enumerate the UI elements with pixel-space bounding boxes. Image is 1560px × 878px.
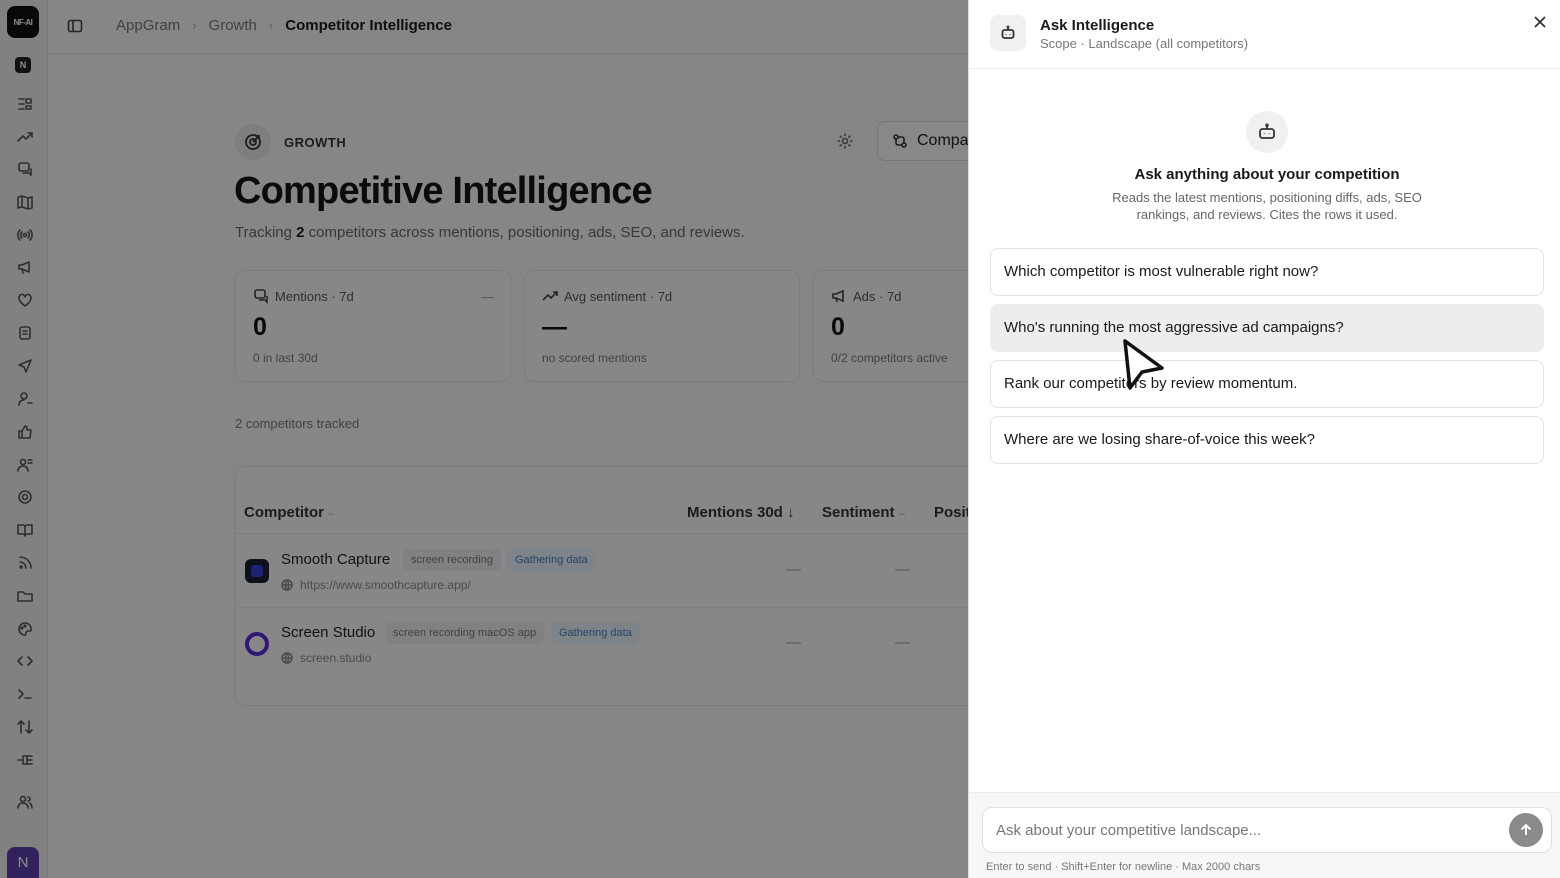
question-input[interactable]: Ask about your competitive landscape... (982, 807, 1552, 853)
suggestion-button[interactable]: Which competitor is most vulnerable righ… (990, 248, 1544, 296)
empty-state-description: Reads the latest mentions, positioning d… (1112, 190, 1422, 222)
composer: Ask about your competitive landscape... … (969, 792, 1560, 878)
panel-header: Ask Intelligence Scope · Landscape (all … (969, 0, 1560, 69)
send-button[interactable] (1509, 813, 1543, 847)
input-placeholder: Ask about your competitive landscape... (996, 822, 1262, 839)
ask-intelligence-panel: Ask Intelligence Scope · Landscape (all … (968, 0, 1560, 878)
panel-scope: Scope · Landscape (all competitors) (1040, 36, 1249, 51)
modal-backdrop[interactable] (0, 0, 968, 878)
suggestion-button[interactable]: Rank our competitors by review momentum. (990, 360, 1544, 408)
mouse-pointer-icon (1123, 339, 1164, 390)
suggestion-button[interactable]: Where are we losing share-of-voice this … (990, 416, 1544, 464)
arrow-up-icon (1520, 823, 1532, 835)
close-icon[interactable] (1532, 14, 1548, 30)
bot-icon (990, 15, 1026, 51)
panel-title: Ask Intelligence (1040, 17, 1155, 34)
suggestion-button[interactable]: Who's running the most aggressive ad cam… (990, 304, 1544, 352)
composer-hint: Enter to send · Shift+Enter for newline … (986, 861, 1261, 873)
empty-state-title: Ask anything about your competition (1134, 166, 1400, 183)
bot-icon (1246, 111, 1288, 153)
